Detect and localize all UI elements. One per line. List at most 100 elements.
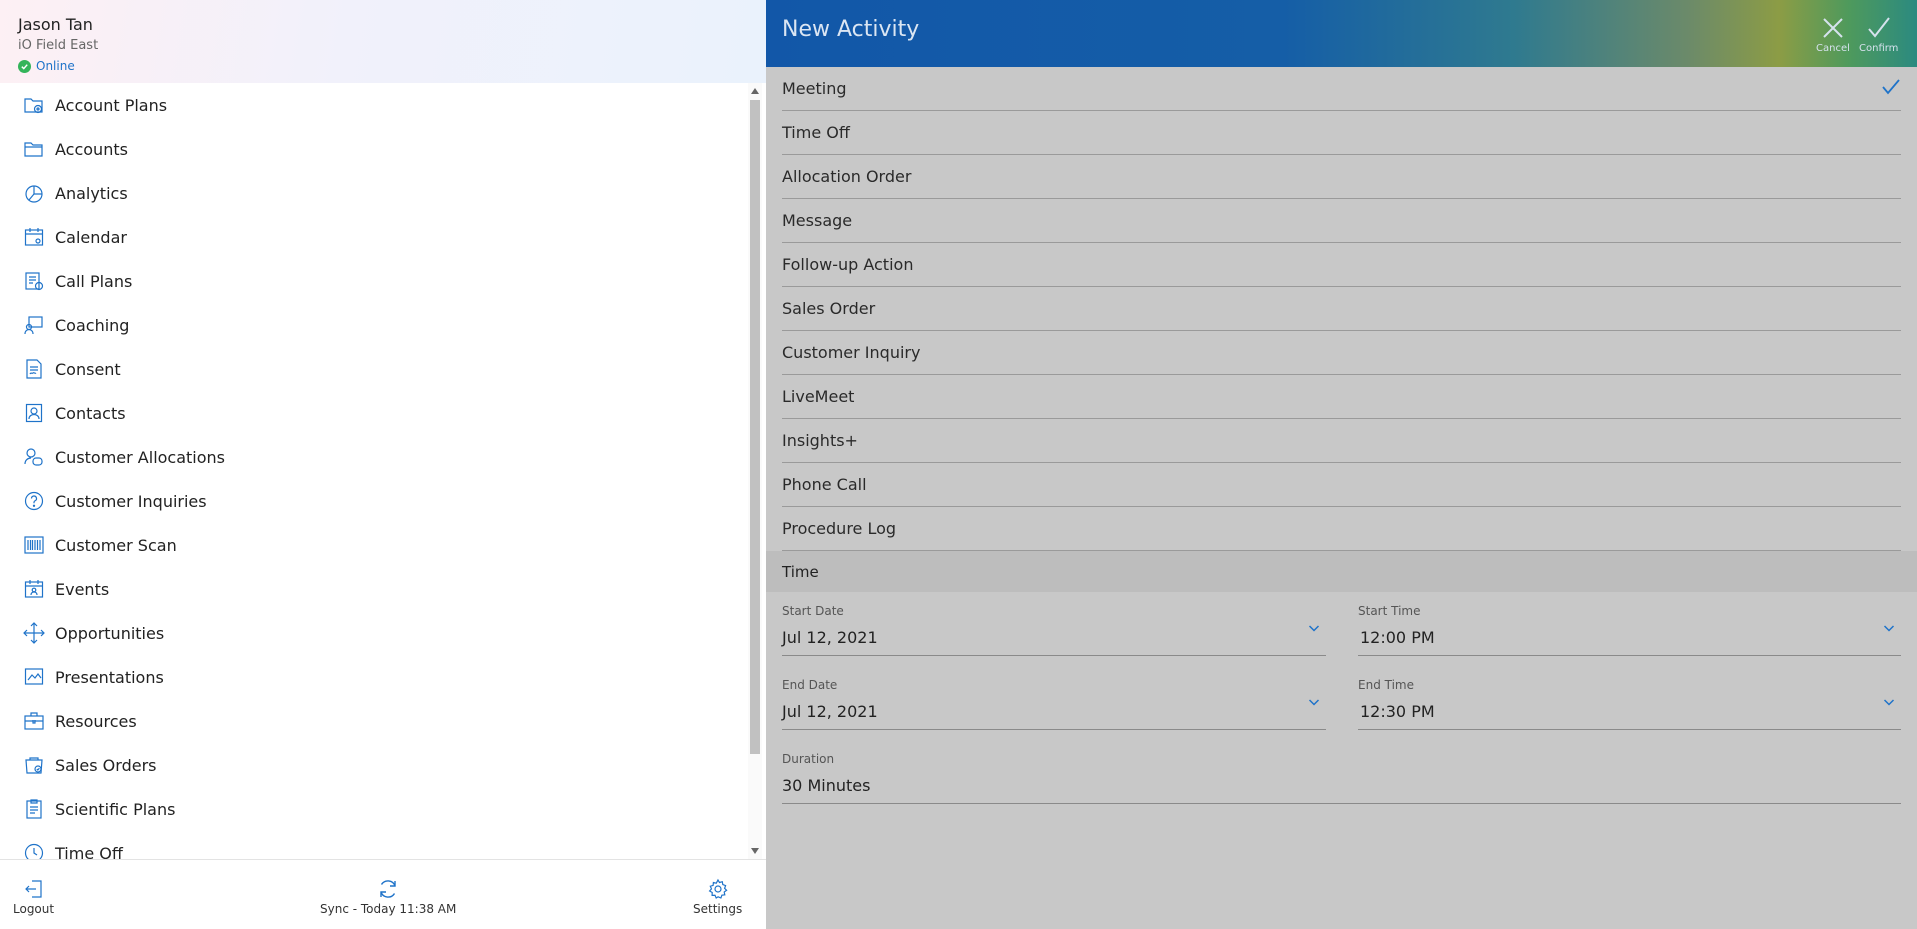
activity-type-procedure-log[interactable]: Procedure Log bbox=[782, 507, 1901, 551]
activity-type-label: Time Off bbox=[782, 123, 850, 142]
activity-type-label: Allocation Order bbox=[782, 167, 912, 186]
check-circle-icon bbox=[18, 59, 31, 73]
nav-item-presentations[interactable]: Presentations bbox=[0, 655, 746, 699]
activity-type-label: Message bbox=[782, 211, 853, 230]
nav-label: Customer Scan bbox=[55, 535, 177, 555]
nav-label: Consent bbox=[55, 359, 121, 379]
scroll-thumb[interactable] bbox=[750, 100, 760, 754]
duration-label: Duration bbox=[782, 752, 835, 766]
activity-type-livemeet[interactable]: LiveMeet bbox=[782, 375, 1901, 419]
nav-label: Scientific Plans bbox=[55, 799, 176, 819]
activity-type-meeting[interactable]: Meeting bbox=[782, 67, 1901, 111]
activity-type-insights-plus[interactable]: Insights+ bbox=[782, 419, 1901, 463]
logout-label: Logout bbox=[13, 902, 55, 916]
online-status: Online bbox=[18, 57, 766, 75]
calendar-icon bbox=[23, 226, 45, 248]
events-icon bbox=[23, 578, 45, 600]
start-time-value: 12:00 PM bbox=[1360, 628, 1435, 647]
nav-item-call-plans[interactable]: Call Plans bbox=[0, 259, 746, 303]
duration-field[interactable]: Duration 30 Minutes bbox=[782, 744, 1901, 804]
nav-item-coaching[interactable]: Coaching bbox=[0, 303, 746, 347]
nav-item-account-plans[interactable]: Account Plans bbox=[0, 83, 746, 127]
nav-item-customer-allocations[interactable]: Customer Allocations bbox=[0, 435, 746, 479]
new-activity-panel: New Activity Cancel Confirm Meeting Time… bbox=[766, 0, 1917, 929]
nav-label: Coaching bbox=[55, 315, 130, 335]
sync-label: Sync - Today 11:38 AM bbox=[320, 902, 457, 916]
nav-item-analytics[interactable]: Analytics bbox=[0, 171, 746, 215]
activity-type-list: Meeting Time Off Allocation Order Messag… bbox=[766, 67, 1917, 551]
nav-item-time-off[interactable]: Time Off bbox=[0, 831, 746, 859]
end-date-label: End Date bbox=[782, 678, 838, 692]
account-plans-icon bbox=[23, 94, 45, 116]
end-date-field[interactable]: End Date Jul 12, 2021 bbox=[782, 670, 1326, 730]
confirm-button[interactable]: Confirm bbox=[1859, 15, 1898, 54]
side-menu-footer: Logout Sync - Today 11:38 AM Settings bbox=[0, 859, 766, 929]
nav-label: Opportunities bbox=[55, 623, 165, 643]
accounts-icon bbox=[23, 138, 45, 160]
start-time-field[interactable]: Start Time 12:00 PM bbox=[1358, 596, 1901, 656]
sync-button[interactable]: Sync - Today 11:38 AM bbox=[320, 878, 456, 916]
nav-item-contacts[interactable]: Contacts bbox=[0, 391, 746, 435]
activity-type-time-off[interactable]: Time Off bbox=[782, 111, 1901, 155]
gear-icon bbox=[708, 878, 728, 899]
nav-label: Customer Allocations bbox=[55, 447, 226, 467]
checkmark-icon bbox=[1881, 77, 1901, 101]
nav-label: Call Plans bbox=[55, 271, 133, 291]
end-time-value: 12:30 PM bbox=[1360, 702, 1435, 721]
nav-item-customer-scan[interactable]: Customer Scan bbox=[0, 523, 746, 567]
contacts-icon bbox=[23, 402, 45, 424]
nav-label: Presentations bbox=[55, 667, 164, 687]
start-date-field[interactable]: Start Date Jul 12, 2021 bbox=[782, 596, 1326, 656]
presentations-icon bbox=[23, 666, 45, 688]
activity-type-sales-order[interactable]: Sales Order bbox=[782, 287, 1901, 331]
sync-icon bbox=[380, 880, 396, 898]
activity-type-label: Procedure Log bbox=[782, 519, 897, 538]
activity-type-label: LiveMeet bbox=[782, 387, 855, 406]
user-profile: Jason Tan iO Field East Online bbox=[0, 0, 766, 83]
nav-item-events[interactable]: Events bbox=[0, 567, 746, 611]
nav-item-calendar[interactable]: Calendar bbox=[0, 215, 746, 259]
activity-type-message[interactable]: Message bbox=[782, 199, 1901, 243]
opportunities-icon bbox=[23, 622, 45, 644]
scroll-up-arrow-icon[interactable] bbox=[751, 88, 759, 94]
nav-item-consent[interactable]: Consent bbox=[0, 347, 746, 391]
nav-label: Sales Orders bbox=[55, 755, 157, 775]
nav-item-resources[interactable]: Resources bbox=[0, 699, 746, 743]
nav-item-accounts[interactable]: Accounts bbox=[0, 127, 746, 171]
call-plans-icon bbox=[23, 270, 45, 292]
scroll-down-arrow-icon[interactable] bbox=[751, 848, 759, 854]
duration-value: 30 Minutes bbox=[782, 776, 871, 795]
nav-label: Accounts bbox=[55, 139, 128, 159]
side-menu: Jason Tan iO Field East Online Account P… bbox=[0, 0, 766, 929]
panel-header: New Activity Cancel Confirm bbox=[766, 0, 1917, 67]
settings-label: Settings bbox=[693, 902, 743, 916]
time-section-header: Time bbox=[766, 551, 1917, 592]
cancel-button[interactable]: Cancel bbox=[1816, 15, 1850, 54]
status-label: Online bbox=[36, 59, 75, 73]
nav-scrollbar[interactable] bbox=[748, 83, 762, 859]
user-org: iO Field East bbox=[18, 38, 99, 53]
end-date-value: Jul 12, 2021 bbox=[782, 702, 878, 721]
activity-type-phone-call[interactable]: Phone Call bbox=[782, 463, 1901, 507]
activity-type-customer-inquiry[interactable]: Customer Inquiry bbox=[782, 331, 1901, 375]
nav-item-opportunities[interactable]: Opportunities bbox=[0, 611, 746, 655]
confirm-label: Confirm bbox=[1859, 43, 1899, 54]
chevron-down-icon bbox=[1883, 625, 1895, 632]
activity-type-label: Sales Order bbox=[782, 299, 876, 318]
end-time-field[interactable]: End Time 12:30 PM bbox=[1358, 670, 1901, 730]
nav-item-scientific-plans[interactable]: Scientific Plans bbox=[0, 787, 746, 831]
nav-label: Contacts bbox=[55, 403, 126, 423]
logout-button[interactable]: Logout bbox=[13, 878, 54, 916]
activity-type-follow-up-action[interactable]: Follow-up Action bbox=[782, 243, 1901, 287]
nav-list: Account Plans Accounts Analytics Calenda… bbox=[0, 83, 746, 859]
nav-item-customer-inquiries[interactable]: Customer Inquiries bbox=[0, 479, 746, 523]
activity-type-allocation-order[interactable]: Allocation Order bbox=[782, 155, 1901, 199]
logout-icon bbox=[24, 880, 42, 898]
activity-type-label: Meeting bbox=[782, 79, 847, 98]
nav-label: Resources bbox=[55, 711, 137, 731]
settings-button[interactable]: Settings bbox=[693, 878, 742, 916]
nav-item-sales-orders[interactable]: Sales Orders bbox=[0, 743, 746, 787]
activity-type-label: Follow-up Action bbox=[782, 255, 914, 274]
user-name: Jason Tan bbox=[18, 15, 93, 34]
end-time-label: End Time bbox=[1358, 678, 1414, 692]
